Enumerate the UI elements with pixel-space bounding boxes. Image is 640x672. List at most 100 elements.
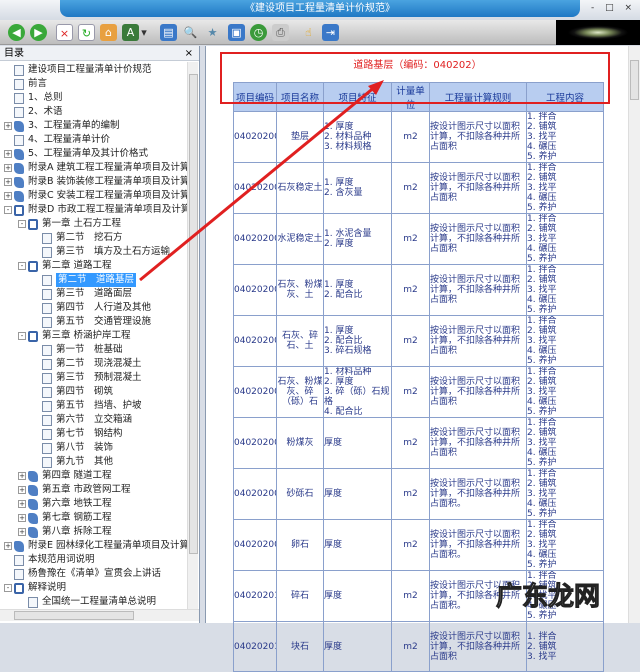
toc-item[interactable]: +3、工程量清单的编制	[4, 119, 120, 133]
toc-item[interactable]: 前言	[4, 77, 47, 91]
exit-icon[interactable]: ⇥	[322, 24, 339, 41]
dropdown-icon[interactable]: ▾	[140, 24, 148, 41]
toc-item[interactable]: + 第六章 地铁工程	[18, 497, 112, 511]
collapse-icon[interactable]: -	[4, 206, 12, 214]
expand-icon[interactable]: +	[4, 542, 12, 550]
book-icon	[28, 512, 38, 524]
item-code: 040202008	[233, 468, 277, 520]
toc-item-label: 4、工程量清单计价	[28, 134, 111, 145]
toc-item-label: 第五节 交通管理设施	[56, 316, 152, 327]
item-code: 040202010	[233, 570, 277, 622]
calc-rule: 按设计图示尺寸以面积计算，不扣除各种井所占面积	[429, 366, 527, 418]
history-icon[interactable]: ◷	[250, 24, 267, 41]
toc-item[interactable]: 全国统一工程量清单总说明	[18, 595, 156, 609]
expand-icon[interactable]: +	[18, 486, 26, 494]
toc-item-label: 第三节 填方及土石方运输	[56, 246, 171, 257]
toc-item[interactable]: 第四节 人行道及其他	[32, 301, 151, 315]
toc-item-label: 第六章 地铁工程	[42, 498, 112, 509]
expand-icon[interactable]: +	[4, 192, 12, 200]
toc-item[interactable]: - 第二章 道路工程	[18, 259, 112, 273]
toc-item[interactable]: 杨鲁豫在《清单》宣贯会上讲话	[4, 567, 161, 581]
work-content: 1. 拌合 2. 铺筑 3. 找平 4. 碾压 5. 养护	[526, 366, 604, 418]
toc-item[interactable]: + 附录C 安装工程工程量清单项目及计算规则	[4, 189, 188, 203]
expand-icon[interactable]: +	[4, 178, 12, 186]
window-controls[interactable]: - □ ×	[591, 3, 636, 13]
item-features: 厚度	[323, 468, 392, 520]
item-name: 砂砾石	[276, 468, 324, 520]
expand-icon[interactable]: +	[4, 164, 12, 172]
toc-item[interactable]: - 解释说明	[4, 581, 66, 595]
home-icon[interactable]: ⌂	[100, 24, 117, 41]
toc-item[interactable]: 第六节 立交箱涵	[32, 413, 132, 427]
toc-item-label: 第四章 隧道工程	[42, 470, 112, 481]
document-vertical-scrollbar[interactable]	[628, 46, 640, 623]
toc-item[interactable]: + 第七章 钢筋工程	[18, 511, 112, 525]
expand-icon[interactable]: +	[18, 500, 26, 508]
toc-item[interactable]: 第三节 填方及土石方运输	[32, 245, 170, 259]
favorite-icon[interactable]: ★	[204, 24, 221, 41]
expand-icon[interactable]: +	[18, 528, 26, 536]
calendar-icon[interactable]: ▣	[228, 24, 245, 41]
unit: m2	[391, 621, 430, 672]
table-row: 040202007粉煤灰厚度m2按设计图示尺寸以面积计算，不扣除各种井所占面积1…	[233, 417, 604, 469]
toc-item[interactable]: 第五节 交通管理设施	[32, 315, 151, 329]
toc-item[interactable]: 第八节 装饰	[32, 441, 113, 455]
toc-item-label: 第二节 道路基层	[56, 273, 137, 287]
toc-item[interactable]: + 附录A 建筑工程工程量清单项目及计算规则	[4, 161, 188, 175]
toc-item[interactable]: 第一节 桩基础	[32, 343, 123, 357]
collapse-icon[interactable]: -	[18, 332, 26, 340]
font-icon[interactable]: A	[122, 24, 139, 41]
search-icon[interactable]: 🔍	[182, 24, 199, 41]
toc-item[interactable]: 第九节 其他	[32, 455, 113, 469]
document-icon	[42, 456, 52, 468]
toc-vertical-scrollbar[interactable]	[187, 62, 198, 609]
refresh-icon[interactable]: ↻	[78, 24, 95, 41]
toc-item[interactable]: 第二节 道路基层	[32, 273, 137, 287]
toc-item[interactable]: 1、总则	[4, 91, 63, 105]
collapse-icon[interactable]: -	[4, 584, 12, 592]
toc-item[interactable]: + 附录E 园林绿化工程量清单项目及计算规则	[4, 539, 188, 553]
toc-icon[interactable]: ▤	[160, 24, 177, 41]
item-name: 块石	[276, 621, 324, 672]
collapse-icon[interactable]: -	[18, 220, 26, 228]
close-panel-icon[interactable]: ×	[185, 46, 193, 61]
toc-item[interactable]: - 第三章 桥涵护岸工程	[18, 329, 131, 343]
close-document-icon[interactable]: ×	[56, 24, 73, 41]
expand-icon[interactable]: +	[18, 514, 26, 522]
toc-item[interactable]: 第七节 钢结构	[32, 427, 123, 441]
toc-item[interactable]: + 第四章 隧道工程	[18, 469, 112, 483]
toc-item[interactable]: - 第一章 土石方工程	[18, 217, 121, 231]
toc-item[interactable]: 建设项目工程量清单计价规范	[4, 63, 152, 77]
window-title: 《建设项目工程量清单计价规范》	[60, 0, 580, 17]
toc-item[interactable]: + 第五章 市政管网工程	[18, 483, 131, 497]
toc-item[interactable]: + 附录B 装饰装修工程量清单项目及计算规则	[4, 175, 188, 189]
toc-item[interactable]: 第五节 挡墙、护坡	[32, 399, 142, 413]
open-book-icon	[14, 582, 24, 594]
forward-icon[interactable]: ▶	[30, 24, 47, 41]
back-icon[interactable]: ◀	[8, 24, 25, 41]
toc-item[interactable]: 第三节 预制混凝土	[32, 371, 142, 385]
toc-item[interactable]: + 第八章 拆除工程	[18, 525, 112, 539]
expand-icon[interactable]: +	[18, 472, 26, 480]
toc-item[interactable]: +5、工程量清单及其计价格式	[4, 147, 148, 161]
expand-icon[interactable]: +	[4, 150, 12, 158]
toc-item[interactable]: 第三节 道路面层	[32, 287, 132, 301]
toc-item[interactable]: 2、术语	[4, 105, 63, 119]
toc-item[interactable]: 第二节 挖石方	[32, 231, 123, 245]
toc-item[interactable]: 4、工程量清单计价	[4, 133, 110, 147]
collapse-icon[interactable]: -	[18, 262, 26, 270]
pointer-icon[interactable]: ☝	[300, 24, 317, 41]
toc-item[interactable]: 第二节 现浇混凝土	[32, 357, 142, 371]
toc-item[interactable]: 本规范用词说明	[4, 553, 95, 567]
toc-item-label: 第二节 现浇混凝土	[56, 358, 142, 369]
document-icon	[42, 386, 52, 398]
toc-horizontal-scrollbar[interactable]	[0, 609, 199, 621]
print-icon[interactable]: ⎙	[272, 24, 289, 41]
toc-item[interactable]: - 附录D 市政工程工程量清单项目及计算规则	[4, 203, 188, 217]
expand-icon[interactable]: +	[4, 122, 12, 130]
document-icon	[14, 92, 24, 104]
item-code: 040202006	[233, 366, 277, 418]
toc-item[interactable]: 第四节 砌筑	[32, 385, 113, 399]
book-icon	[28, 526, 38, 538]
item-name: 垫层	[276, 111, 324, 163]
